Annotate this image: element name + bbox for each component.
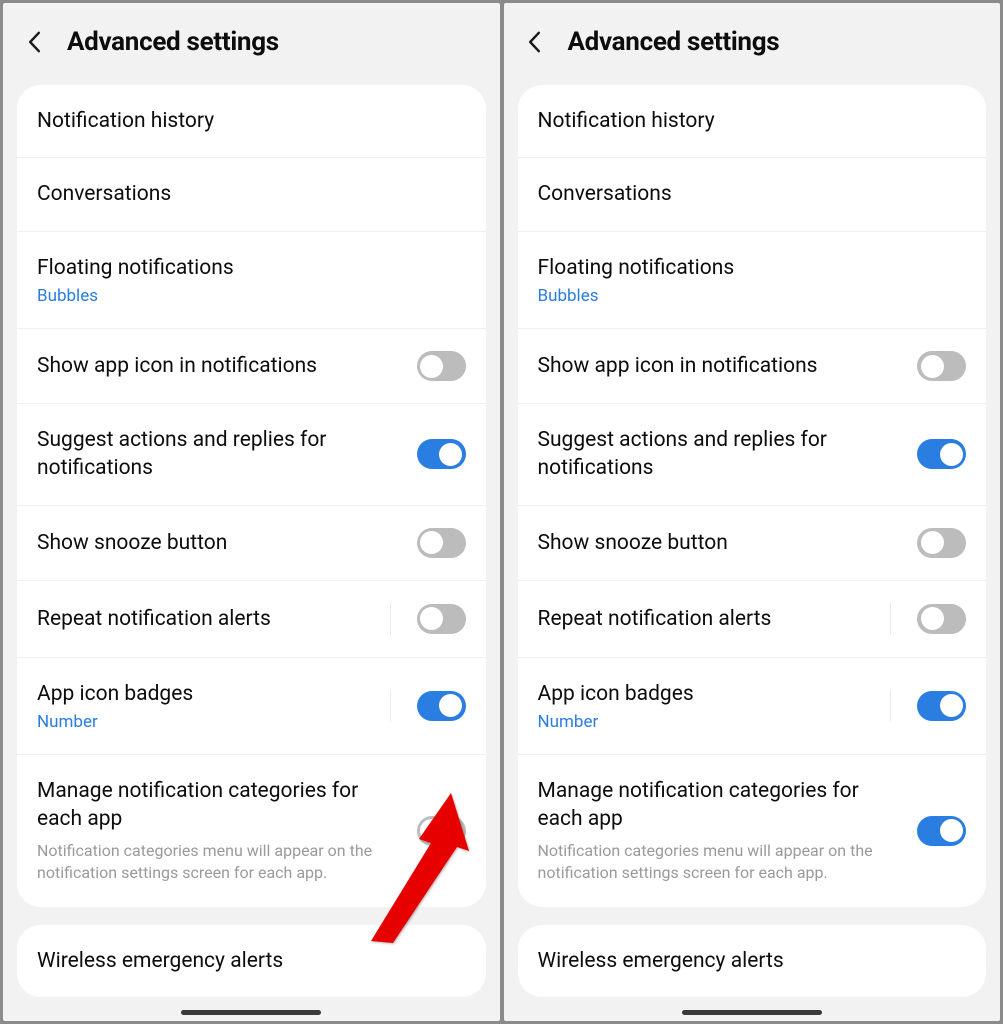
row-show-app-icon[interactable]: Show app icon in notifications [518, 329, 987, 404]
toggle-snooze[interactable] [917, 528, 966, 558]
emergency-card: Wireless emergency alerts [17, 925, 486, 997]
page-title: Advanced settings [568, 27, 780, 57]
row-sub: Number [37, 712, 390, 732]
row-app-icon-badges[interactable]: App icon badges Number [518, 658, 987, 755]
home-indicator[interactable] [181, 1010, 321, 1015]
vertical-separator [890, 690, 891, 722]
row-label: Show snooze button [37, 529, 405, 557]
row-floating-notifications[interactable]: Floating notifications Bubbles [17, 232, 486, 329]
toggle-show-app-icon[interactable] [417, 351, 466, 381]
row-label: Conversations [37, 180, 466, 208]
home-indicator[interactable] [682, 1010, 822, 1015]
toggle-suggest-actions[interactable] [417, 439, 466, 469]
vertical-separator [390, 690, 391, 722]
row-conversations[interactable]: Conversations [17, 158, 486, 231]
row-label: Floating notifications [37, 254, 466, 282]
toggle-app-icon-badges[interactable] [917, 691, 966, 721]
row-label: Show snooze button [538, 529, 906, 557]
row-snooze-button[interactable]: Show snooze button [518, 506, 987, 581]
row-repeat-alerts[interactable]: Repeat notification alerts [518, 581, 987, 658]
vertical-separator [390, 603, 391, 635]
row-label: Manage notification categories for each … [538, 777, 906, 834]
row-label: App icon badges [538, 680, 891, 708]
row-desc: Notification categories menu will appear… [538, 840, 906, 885]
toggle-suggest-actions[interactable] [917, 439, 966, 469]
row-label: Repeat notification alerts [538, 605, 891, 633]
toggle-snooze[interactable] [417, 528, 466, 558]
vertical-separator [890, 603, 891, 635]
back-icon[interactable] [524, 31, 546, 53]
row-desc: Notification categories menu will appear… [37, 840, 405, 885]
row-notification-history[interactable]: Notification history [518, 85, 987, 158]
toggle-app-icon-badges[interactable] [417, 691, 466, 721]
row-label: Wireless emergency alerts [538, 947, 967, 975]
settings-card: Notification history Conversations Float… [17, 85, 486, 907]
toggle-manage-categories[interactable] [417, 816, 466, 846]
row-suggest-actions[interactable]: Suggest actions and replies for notifica… [518, 404, 987, 506]
row-label: Suggest actions and replies for notifica… [37, 426, 405, 483]
row-label: Show app icon in notifications [538, 352, 906, 380]
row-wireless-emergency[interactable]: Wireless emergency alerts [518, 925, 987, 997]
settings-card: Notification history Conversations Float… [518, 85, 987, 907]
row-floating-notifications[interactable]: Floating notifications Bubbles [518, 232, 987, 329]
row-label: Notification history [37, 107, 466, 135]
row-wireless-emergency[interactable]: Wireless emergency alerts [17, 925, 486, 997]
row-label: Repeat notification alerts [37, 605, 390, 633]
toggle-show-app-icon[interactable] [917, 351, 966, 381]
page-title: Advanced settings [67, 27, 279, 57]
row-label: Conversations [538, 180, 967, 208]
header: Advanced settings [3, 3, 500, 85]
row-label: Wireless emergency alerts [37, 947, 466, 975]
back-icon[interactable] [23, 31, 45, 53]
row-notification-history[interactable]: Notification history [17, 85, 486, 158]
row-suggest-actions[interactable]: Suggest actions and replies for notifica… [17, 404, 486, 506]
row-sub: Bubbles [538, 286, 967, 306]
row-label: App icon badges [37, 680, 390, 708]
row-label: Show app icon in notifications [37, 352, 405, 380]
screen-right: Advanced settings Notification history C… [504, 3, 1001, 1021]
row-label: Notification history [538, 107, 967, 135]
row-label: Suggest actions and replies for notifica… [538, 426, 906, 483]
row-manage-categories[interactable]: Manage notification categories for each … [518, 755, 987, 906]
row-sub: Bubbles [37, 286, 466, 306]
row-conversations[interactable]: Conversations [518, 158, 987, 231]
row-snooze-button[interactable]: Show snooze button [17, 506, 486, 581]
row-show-app-icon[interactable]: Show app icon in notifications [17, 329, 486, 404]
row-label: Manage notification categories for each … [37, 777, 405, 834]
screen-left: Advanced settings Notification history C… [3, 3, 500, 1021]
row-app-icon-badges[interactable]: App icon badges Number [17, 658, 486, 755]
row-repeat-alerts[interactable]: Repeat notification alerts [17, 581, 486, 658]
header: Advanced settings [504, 3, 1001, 85]
row-sub: Number [538, 712, 891, 732]
row-label: Floating notifications [538, 254, 967, 282]
toggle-repeat-alerts[interactable] [917, 604, 966, 634]
emergency-card: Wireless emergency alerts [518, 925, 987, 997]
row-manage-categories[interactable]: Manage notification categories for each … [17, 755, 486, 906]
toggle-manage-categories[interactable] [917, 816, 966, 846]
toggle-repeat-alerts[interactable] [417, 604, 466, 634]
